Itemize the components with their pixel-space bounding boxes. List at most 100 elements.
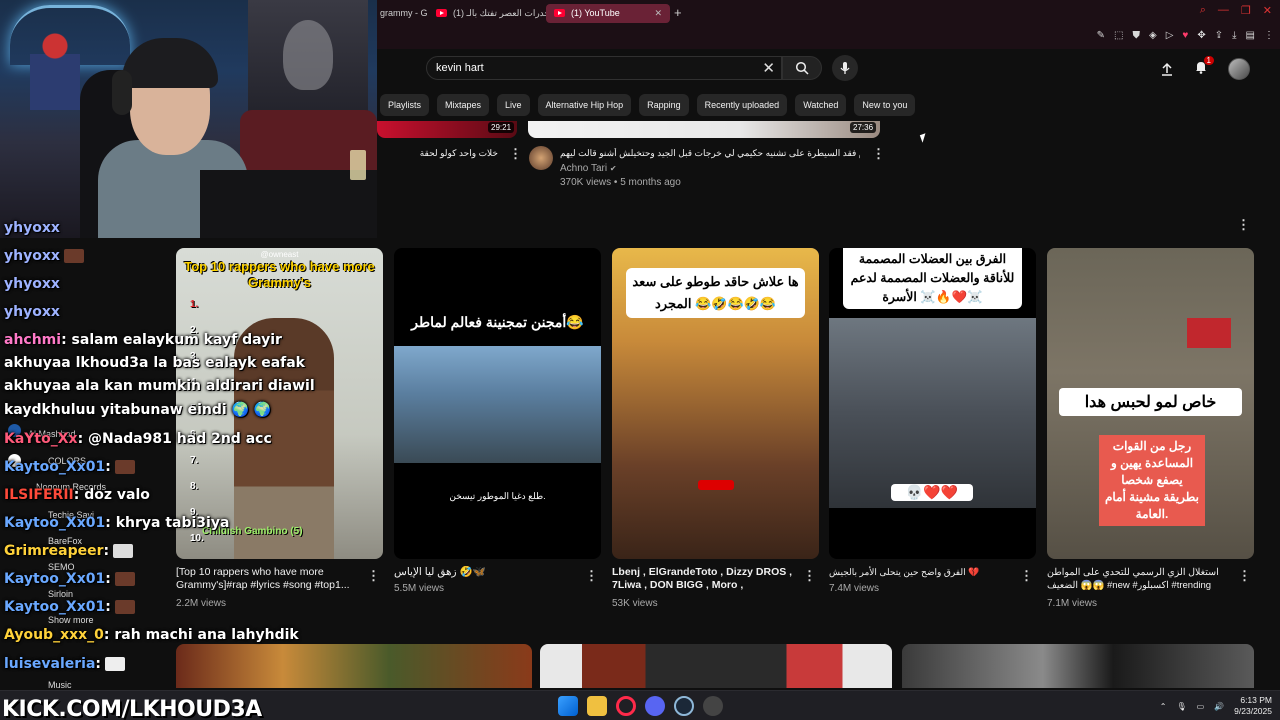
search-input[interactable]: kevin hart ✕ — [426, 56, 782, 80]
microphone-icon[interactable]: 🎙 — [1176, 702, 1186, 711]
clear-search-icon[interactable]: ✕ — [762, 59, 775, 77]
short-thumbnail[interactable]: خاص لمو لحبس هدا رجل من القوات المساعدة … — [1047, 248, 1254, 559]
time: 6:13 PM — [1240, 695, 1272, 705]
file-explorer-icon[interactable] — [587, 696, 607, 716]
short-thumbnail[interactable]: ها علاش حاقد طوطو على سعد المجرد 😂🤣😂🤣😂 — [612, 248, 819, 559]
search-query: kevin hart — [436, 62, 484, 74]
webcam-overlay — [0, 0, 377, 238]
video-thumbnail[interactable] — [540, 644, 892, 688]
emote-icon — [114, 572, 135, 586]
tab-label: grammy - G — [380, 8, 428, 18]
download-icon[interactable]: ⤓ — [1232, 30, 1236, 41]
close-tab-icon[interactable]: ✕ — [654, 8, 662, 19]
show-more-link[interactable]: Show more — [48, 615, 94, 625]
chip-live[interactable]: Live — [497, 94, 530, 116]
channel-avatar[interactable] — [529, 146, 553, 170]
thumb-caption: رجل من القوات المساعدة يهين و يصفع شخصا … — [1099, 435, 1205, 526]
thumb-title: خاص لمو لحبس هدا — [1059, 388, 1242, 416]
emote-icon — [114, 600, 135, 614]
maximize-icon[interactable]: ❐ — [1241, 4, 1251, 17]
notification-badge: 1 — [1203, 55, 1214, 65]
minimize-icon[interactable]: — — [1218, 4, 1229, 17]
chat-message: yhyoxx — [4, 248, 84, 264]
more-options-icon[interactable]: ⋮ — [509, 147, 522, 160]
short-thumbnail[interactable]: أمجنن تمجنينة فعالم لماطر😂 طلع دغيا المو… — [394, 248, 601, 559]
sidebar-item-music[interactable]: Music — [48, 680, 72, 690]
sidebar-item[interactable]: Sirloin — [48, 589, 73, 599]
close-window-icon[interactable]: ✕ — [1263, 4, 1272, 17]
more-options-icon[interactable]: ⋮ — [585, 569, 598, 582]
emote-icon — [63, 249, 84, 263]
extensions-icon[interactable]: ✥ — [1197, 30, 1205, 41]
chip-new-to-you[interactable]: New to you — [854, 94, 916, 116]
flag-icon — [1187, 318, 1231, 348]
chip-mixtapes[interactable]: Mixtapes — [437, 94, 490, 116]
avatar[interactable] — [1228, 58, 1250, 80]
search-button[interactable] — [782, 56, 822, 80]
emote-icon — [114, 460, 135, 474]
more-icon[interactable]: ⋮ — [1264, 30, 1274, 41]
notifications-button[interactable]: 1 — [1194, 55, 1214, 79]
emote-icon — [105, 657, 126, 671]
chat-message: Kaytoo_Xx01: — [4, 459, 135, 475]
more-options-icon[interactable]: ⋮ — [1020, 569, 1033, 582]
video-title[interactable]: خلات واحد كولو لحقة — [378, 148, 498, 159]
voice-search-button[interactable] — [832, 55, 858, 81]
chat-message: Kaytoo_Xx01: khrya tabi3iya — [4, 515, 230, 531]
screenshot-icon[interactable]: ⬚ — [1114, 30, 1123, 41]
more-options-icon[interactable]: ⋮ — [872, 147, 885, 160]
more-options-icon[interactable]: ⋮ — [1237, 218, 1250, 231]
beanie — [122, 38, 218, 88]
sidebar-icon[interactable]: ▤ — [1246, 30, 1255, 41]
chip-watched[interactable]: Watched — [795, 94, 847, 116]
tab-label: (1) مخدرات العصر تفتك بالـ — [453, 7, 546, 18]
clock[interactable]: 6:13 PM 9/23/2025 — [1234, 695, 1272, 717]
video-title[interactable]: بدام فقد السيطرة على تشنيه حكيمي لي خرجا… — [560, 148, 860, 159]
shield-icon[interactable]: ◈ — [1149, 30, 1157, 41]
system-tray: ⌃ 🎙 ▭ 🔊 6:13 PM 9/23/2025 — [1160, 695, 1272, 717]
tab-youtube[interactable]: (1) YouTube ✕ — [546, 3, 670, 23]
chip-recently-uploaded[interactable]: Recently uploaded — [696, 94, 788, 116]
search-tabs-icon[interactable]: ⌕ — [1200, 4, 1206, 17]
upload-icon[interactable] — [1160, 62, 1174, 76]
pin-icon[interactable]: ✎ — [1097, 30, 1105, 41]
taskbar-apps — [558, 696, 723, 716]
video-thumbnail[interactable] — [902, 644, 1254, 688]
tab-grammy[interactable]: grammy - G — [372, 4, 428, 23]
short-title[interactable]: الفرق واضح حين يتحلى الأمر بالجيش 💔 — [829, 566, 1013, 579]
chevron-up-icon[interactable]: ⌃ — [1160, 702, 1167, 711]
anime-figure — [30, 30, 80, 110]
tab-arabic[interactable]: (1) مخدرات العصر تفتك بالـ — [428, 4, 546, 23]
thumb-frame — [829, 318, 1036, 508]
short-views: 5.5M views — [394, 583, 445, 594]
volume-icon[interactable]: 🔊 — [1214, 702, 1224, 711]
heart-icon[interactable]: ♥ — [1182, 30, 1188, 41]
more-options-icon[interactable]: ⋮ — [803, 569, 816, 582]
play-icon[interactable]: ▷ — [1166, 30, 1174, 41]
start-icon[interactable] — [558, 696, 578, 716]
microphone-icon — [840, 62, 850, 74]
video-thumbnail[interactable] — [528, 121, 880, 138]
short-title[interactable]: Lbenj , ElGrandeToto , Dizzy DROS , 7Liw… — [612, 566, 796, 592]
discord-icon[interactable] — [645, 696, 665, 716]
chip-alternative-hip-hop[interactable]: Alternative Hip Hop — [537, 94, 632, 116]
short-title[interactable]: زهق ليا الإياس 🤣🦋 — [394, 566, 578, 579]
network-icon[interactable]: ▭ — [1197, 702, 1205, 711]
short-views: 53K views — [612, 598, 658, 609]
app-icon[interactable] — [703, 696, 723, 716]
chat-message: luisevaleria: — [4, 656, 126, 672]
short-thumbnail[interactable]: الفرق بين العضلات المصممة للأناقة والعضل… — [829, 248, 1036, 559]
short-title[interactable]: استغلال الزي الرسمي للتحدي على المواطن ا… — [1047, 566, 1231, 592]
share-icon[interactable]: ⇪ — [1215, 30, 1223, 41]
opera-gx-icon[interactable] — [616, 696, 636, 716]
chip-rapping[interactable]: Rapping — [639, 94, 689, 116]
chip-playlists[interactable]: Playlists — [380, 94, 430, 116]
vpn-icon[interactable]: ⛊ — [1133, 30, 1141, 41]
channel-name[interactable]: Achno Tari ✔ — [560, 163, 617, 174]
youtube-favicon-icon — [554, 9, 565, 17]
thumb-title: ها علاش حاقد طوطو على سعد المجرد 😂🤣😂🤣😂 — [626, 268, 805, 318]
more-options-icon[interactable]: ⋮ — [1238, 569, 1251, 582]
steam-icon[interactable] — [674, 696, 694, 716]
more-options-icon[interactable]: ⋮ — [367, 569, 380, 582]
new-tab-button[interactable]: + — [674, 5, 682, 20]
